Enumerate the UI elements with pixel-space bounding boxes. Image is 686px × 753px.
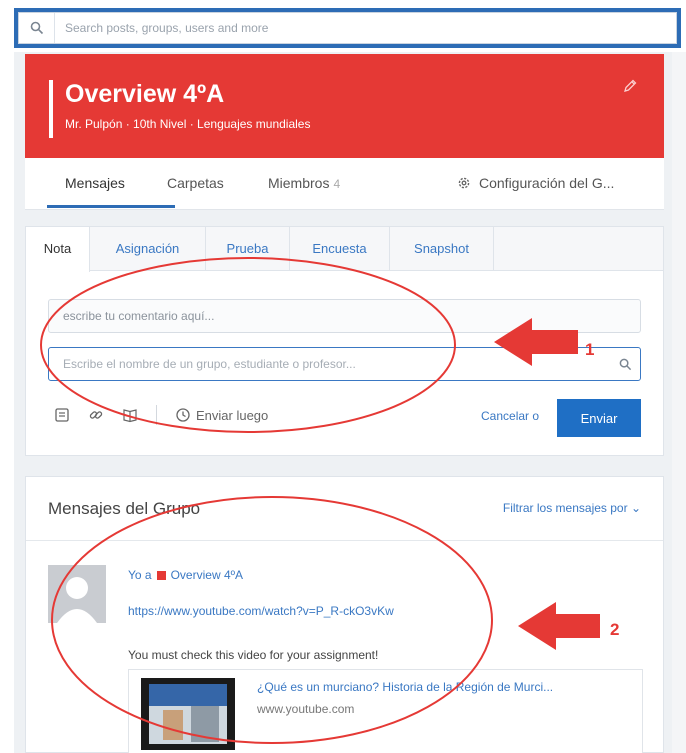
post-text: You must check this video for your assig… xyxy=(128,648,379,662)
global-search[interactable] xyxy=(18,12,677,44)
post-author[interactable]: Yo a xyxy=(128,568,152,582)
header-accent-bar xyxy=(49,80,53,138)
post-composer: Nota Asignación Prueba Encuesta Snapshot… xyxy=(25,226,664,456)
clock-icon xyxy=(176,408,190,422)
messages-header: Mensajes del Grupo Filtrar los mensajes … xyxy=(26,477,663,541)
post-type-tabs: Nota Asignación Prueba Encuesta Snapshot xyxy=(26,227,663,272)
post-link[interactable]: https://www.youtube.com/watch?v=P_R-ckO3… xyxy=(128,604,394,618)
preview-domain: www.youtube.com xyxy=(257,702,355,716)
tab-messages[interactable]: Mensajes xyxy=(65,175,125,191)
edit-pencil-icon[interactable] xyxy=(622,78,638,99)
tools-divider xyxy=(156,405,157,425)
video-thumbnail[interactable] xyxy=(141,678,235,750)
preview-title[interactable]: ¿Qué es un murciano? Historia de la Regi… xyxy=(257,680,553,694)
members-count: 4 xyxy=(333,177,341,191)
attach-link-icon[interactable] xyxy=(88,407,104,423)
group-tabs: Mensajes Carpetas Miembros 4 Configuració… xyxy=(25,158,664,210)
cancel-link[interactable]: Cancelar o xyxy=(481,409,539,423)
group-header: Overview 4ºA Mr. Pulpón · 10th Nivel · L… xyxy=(25,54,664,158)
recipient-input[interactable] xyxy=(49,349,610,379)
filter-label: Filtrar los mensajes por xyxy=(502,501,628,515)
library-icon[interactable] xyxy=(122,407,138,423)
tab-members[interactable]: Miembros 4 xyxy=(268,175,340,191)
link-preview[interactable]: ¿Qué es un murciano? Historia de la Regi… xyxy=(128,669,643,753)
annotation-label-1: 1 xyxy=(585,340,595,359)
right-edge-panel xyxy=(672,52,686,753)
send-later-button[interactable]: Enviar luego xyxy=(175,407,268,423)
recipient-search-icon xyxy=(610,358,640,371)
group-subtitle: Mr. Pulpón · 10th Nivel · Lenguajes mund… xyxy=(65,117,311,131)
tab-poll[interactable]: Encuesta xyxy=(290,227,390,271)
attach-file-icon[interactable] xyxy=(54,407,70,423)
annotation-label-2: 2 xyxy=(610,620,620,639)
post-group[interactable]: Overview 4ºA xyxy=(171,568,243,582)
group-title: Overview 4ºA xyxy=(65,80,225,108)
tab-snapshot[interactable]: Snapshot xyxy=(390,227,494,271)
group-color-badge xyxy=(156,570,166,580)
chevron-down-icon: ⌄ xyxy=(630,501,641,515)
send-button[interactable]: Enviar xyxy=(557,399,641,437)
tab-note[interactable]: Nota xyxy=(26,227,90,272)
gear-icon xyxy=(458,177,470,189)
composer-tools: Enviar luego xyxy=(54,405,268,425)
tab-folders[interactable]: Carpetas xyxy=(167,175,224,191)
tab-members-label: Miembros xyxy=(268,175,330,191)
filter-dropdown[interactable]: Filtrar los mensajes por ⌄ xyxy=(503,501,641,515)
search-input[interactable] xyxy=(55,14,676,42)
active-tab-indicator xyxy=(47,205,175,208)
top-bar xyxy=(0,0,686,52)
tab-quiz[interactable]: Prueba xyxy=(206,227,290,271)
send-later-label: Enviar luego xyxy=(196,407,269,423)
tab-assignment[interactable]: Asignación xyxy=(90,227,206,271)
settings-label: Configuración del G... xyxy=(479,175,615,191)
recipient-field[interactable] xyxy=(48,347,641,381)
group-messages: Mensajes del Grupo Filtrar los mensajes … xyxy=(25,476,664,753)
tab-settings[interactable]: Configuración del G... xyxy=(457,175,614,191)
messages-title: Mensajes del Grupo xyxy=(48,499,201,518)
post-meta: Yo a Overview 4ºA xyxy=(128,568,243,582)
search-icon[interactable] xyxy=(19,13,55,43)
comment-field[interactable]: escribe tu comentario aquí... xyxy=(48,299,641,333)
avatar[interactable] xyxy=(48,565,106,623)
